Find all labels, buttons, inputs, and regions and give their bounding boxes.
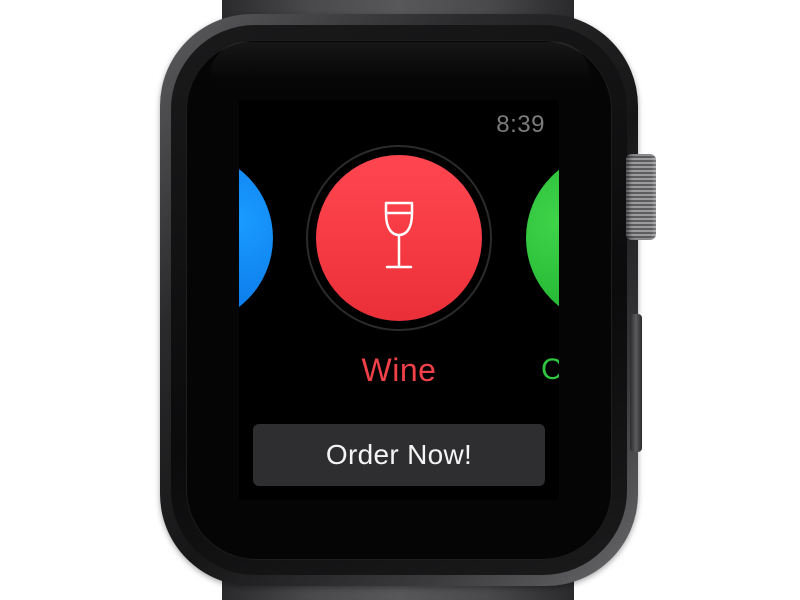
glass-reflection: [210, 42, 590, 82]
wine-glass-icon: [384, 201, 414, 269]
next-drink-circle[interactable]: [526, 151, 559, 325]
previous-drink-circle[interactable]: [239, 151, 273, 325]
apple-watch-mockup: 8:39 C Wine Order Now!: [0, 0, 800, 600]
order-now-button[interactable]: Order Now!: [253, 424, 545, 486]
watch-screen: 8:39 C Wine Order Now!: [239, 100, 559, 500]
side-button[interactable]: [630, 314, 642, 452]
selected-drink-label: Wine: [361, 352, 437, 388]
digital-crown[interactable]: [626, 154, 656, 240]
time-display: 8:39: [496, 111, 545, 138]
